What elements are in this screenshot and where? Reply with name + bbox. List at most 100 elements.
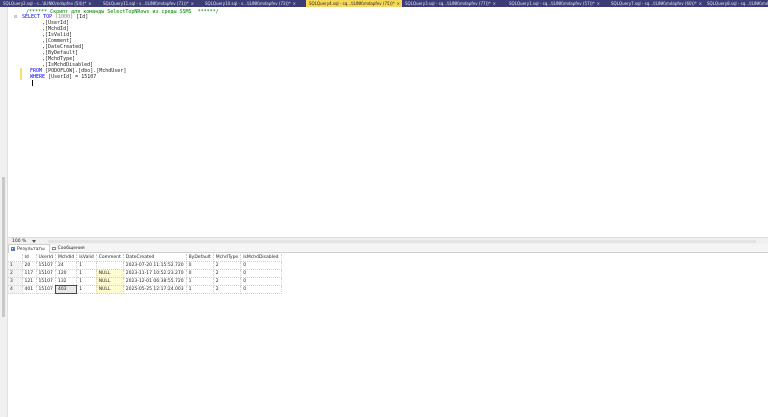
document-tab[interactable]: SQLQuery1.sql - sq...\ILINK\mdapfev (57)… [506,0,608,7]
document-tab[interactable]: SQLQuery7.sql - sq...\ILINK\mdapfev (60)… [608,0,704,7]
grid-cell[interactable]: 0 [240,269,282,278]
text-cursor [32,80,33,86]
horizontal-scrollbar[interactable] [48,240,756,243]
grid-cell[interactable]: 0 [240,285,282,294]
table-row[interactable]: 4 401 15107 403 1 NULL 2025-05-25 12:17:24.003… [8,285,282,294]
row-number[interactable]: 3 [8,277,23,286]
grid-cell[interactable]: 120 [55,269,78,278]
chevron-down-icon[interactable] [32,240,36,243]
grid-cell[interactable]: 2023-07-20 11:15:52.720 [123,261,187,270]
document-tab[interactable]: SQLQuery8.sql - sq...\ILINK\mdapfev (56)… [704,0,768,7]
grid-cell[interactable]: 2 [213,277,242,286]
left-scrollbar[interactable] [0,7,8,417]
document-tab-label: SQLQuery3.sql - sq...\ILINK\mdapfev (77)… [405,1,491,6]
document-tab-label: SQLQuery2.sql - s...\ILINK\mdapfev (54))… [3,1,87,6]
grid-cell[interactable]: 2 [213,285,242,294]
grid-cell[interactable]: 2 [213,261,242,270]
grid-cell[interactable] [96,261,124,270]
results-tab-strip: Результаты Сообщения [8,244,768,253]
grid-cell[interactable]: 403 [54,285,78,294]
column-header[interactable]: MchdId [55,254,78,262]
grid-cell[interactable]: 15107 [36,261,56,270]
left-scrollbar-thumb[interactable] [2,177,5,317]
grid-cell[interactable]: 1 [76,285,97,294]
document-tab-label: SQLQuery4.sql - sq...\ILINK\mdapfev (75)… [309,1,395,6]
grid-icon [11,247,15,251]
grid-cell[interactable]: 20 [22,261,37,270]
grid-cell[interactable]: 0 [186,269,214,278]
close-icon[interactable]: × [191,1,194,6]
select-keyword: SELECT [22,14,41,20]
grid-cell[interactable]: 2 [213,269,242,278]
close-icon[interactable]: × [699,1,702,6]
changed-line-marker [20,74,22,80]
document-tab[interactable]: SQLQuery4.sql - sq...\ILINK\mdapfev (75)… [306,0,402,7]
document-tab[interactable]: SQLQuery2.sql - s...\ILINK\mdapfev (54))… [0,0,100,7]
grid-cell[interactable]: NULL [96,277,124,286]
tab-messages-label: Сообщения [57,246,85,251]
tab-results[interactable]: Результаты [8,244,50,253]
fold-toggle-icon[interactable]: ⊟ [14,14,17,20]
grid-cell[interactable]: 0 [186,261,214,270]
column-header[interactable]: UserId [36,254,56,262]
tab-results-label: Результаты [17,246,45,252]
editor-line-where: WHERE [UserId] = 15107 [30,74,330,80]
grid-cell[interactable]: 117 [22,269,37,278]
table-row[interactable]: 3 121 15107 132 1 NULL 2023-12-01 06:38:55.720… [8,277,282,286]
grid-cell[interactable]: NULL [96,269,124,278]
close-icon[interactable]: × [88,1,91,6]
grid-cell[interactable]: 2023-12-01 06:38:55.720 [123,277,187,286]
row-number[interactable]: 1 [8,261,23,270]
results-grid: Id UserId MchdId IsValid Comment DateCreated B… [8,254,282,294]
grid-cell[interactable]: 401 [22,285,37,294]
grid-cell[interactable]: 1 [186,285,214,294]
grid-cell[interactable]: 1 [76,269,97,278]
grid-cell[interactable]: 15107 [36,269,56,278]
document-tab[interactable]: SQLQuery10.sql - s...\ILINK\mdapfev (73)… [202,0,306,7]
document-tab-label: SQLQuery8.sql - sq...\ILINK\mdapfev (56)… [707,1,768,6]
document-tab-label: SQLQuery11.sql - s...\ILINK\mdapfev (71)… [103,1,189,6]
document-tab-label: SQLQuery7.sql - sq...\ILINK\mdapfev (60)… [611,1,697,6]
table-row[interactable]: 2 117 15107 120 1 NULL 2023-11-17 10:52:23.270… [8,269,282,278]
row-number[interactable]: 2 [8,269,23,278]
results-grid-pane: Id UserId MchdId IsValid Comment DateCreated B… [8,254,768,417]
document-tab-label: SQLQuery10.sql - s...\ILINK\mdapfev (73)… [205,1,291,6]
close-icon[interactable]: × [293,1,296,6]
grid-corner[interactable] [8,254,23,262]
grid-cell[interactable]: 2025-05-25 12:17:24.003 [123,285,187,294]
close-icon[interactable]: × [493,1,496,6]
grid-cell[interactable]: 2023-11-17 10:52:23.270 [123,269,187,278]
grid-cell[interactable]: 1 [186,277,214,286]
row-number[interactable]: 4 [8,285,23,294]
grid-cell[interactable]: NULL [96,285,124,294]
column-header[interactable]: ByDefault [186,254,214,262]
sql-editor[interactable]: /****** Скрипт для команды SelectTopNRow… [8,7,768,236]
where-expression: [UserId] = 15107 [48,74,97,80]
column-header[interactable]: DateCreated [123,254,187,262]
table-row[interactable]: 1 20 15107 24 1 2023-07-20 11:15:52.720 0 2 0 [8,261,282,270]
grid-cell[interactable]: 132 [55,277,78,286]
editor-zoom-bar: 100 % [8,237,768,244]
document-tab[interactable]: SQLQuery11.sql - s...\ILINK\mdapfev (71)… [100,0,202,7]
column-header[interactable]: Comment [96,254,124,262]
column-header[interactable]: Id [22,254,37,262]
grid-cell[interactable]: 0 [240,277,282,286]
column-header[interactable]: IsValid [76,254,97,262]
close-icon[interactable]: × [597,1,600,6]
column-header[interactable]: MchdType [213,254,242,262]
grid-cell[interactable]: 121 [22,277,37,286]
grid-header-row: Id UserId MchdId IsValid Comment DateCreated B… [8,254,282,262]
message-icon [51,247,56,250]
document-tab[interactable]: SQLQuery3.sql - sq...\ILINK\mdapfev (77)… [402,0,506,7]
grid-cell[interactable]: 1 [76,261,97,270]
grid-cell[interactable]: 15107 [36,277,56,286]
grid-cell[interactable]: 15107 [36,285,56,294]
column-header[interactable]: IsMchdDisabled [240,254,282,262]
close-icon[interactable]: × [397,1,400,6]
grid-cell[interactable]: 0 [240,261,282,270]
grid-cell[interactable]: 1 [76,277,97,286]
tab-messages[interactable]: Сообщения [50,244,89,253]
document-tab-strip: SQLQuery2.sql - s...\ILINK\mdapfev (54))… [0,0,768,7]
document-tab-label: SQLQuery1.sql - sq...\ILINK\mdapfev (57)… [509,1,595,6]
grid-cell[interactable]: 24 [55,261,78,270]
